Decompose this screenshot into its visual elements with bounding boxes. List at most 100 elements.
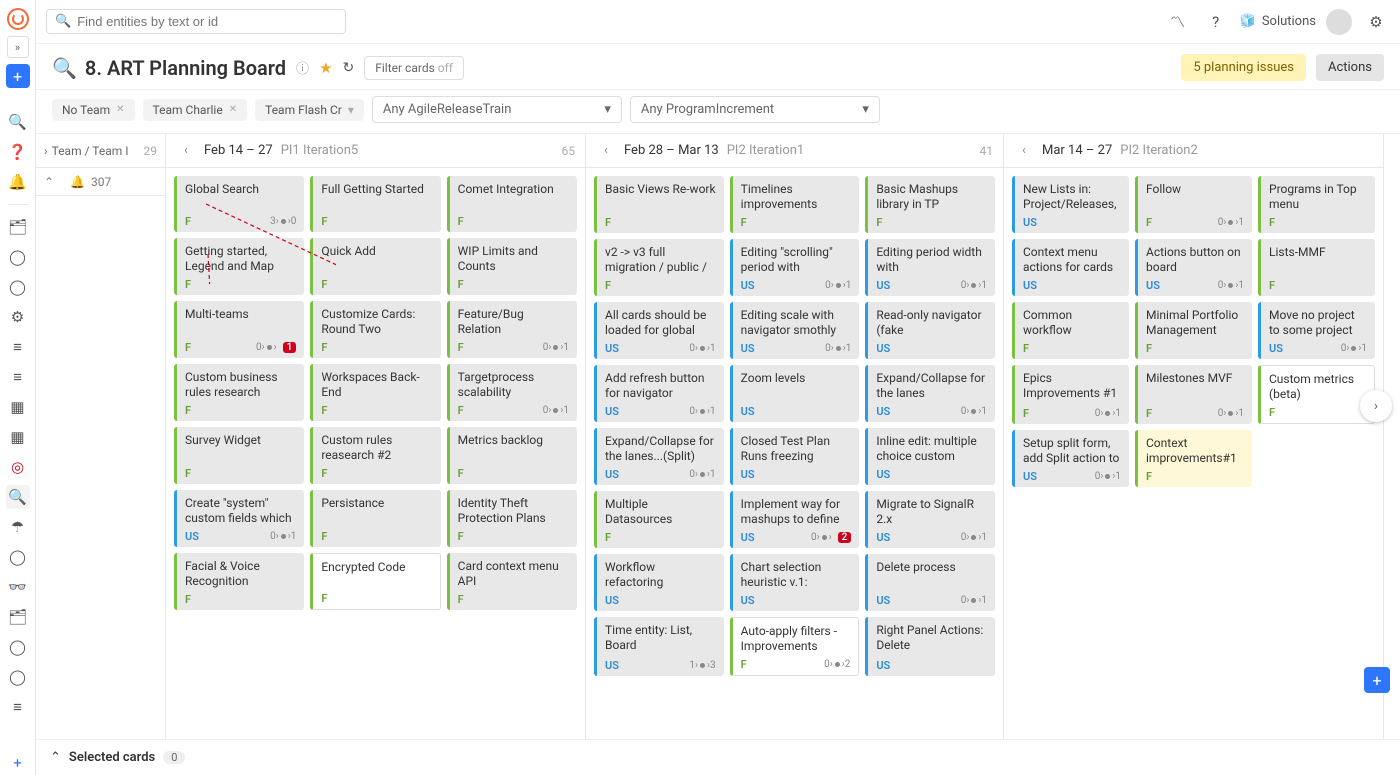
board-card[interactable]: Metrics backlogF bbox=[447, 427, 577, 484]
release-train-select[interactable]: Any AgileReleaseTrain▾ bbox=[372, 96, 622, 123]
program-increment-select[interactable]: Any ProgramIncrement▾ bbox=[630, 96, 880, 123]
add-button[interactable]: + bbox=[6, 64, 30, 88]
board-card[interactable]: Right Panel Actions: DeleteUS bbox=[865, 617, 995, 676]
board-card[interactable]: Identity Theft Protection PlansF bbox=[447, 490, 577, 547]
board-card[interactable]: Auto-apply filters - ImprovementsF0››2 bbox=[730, 617, 860, 676]
board-card[interactable]: Delete processUS0››1 bbox=[865, 554, 995, 611]
collapse-icon[interactable]: ⌃ bbox=[44, 175, 54, 189]
user-avatar[interactable] bbox=[1326, 9, 1352, 35]
add-bottom-button[interactable]: + bbox=[6, 751, 30, 775]
board-card[interactable]: Zoom levelsUS bbox=[730, 365, 860, 422]
board-card[interactable]: Workspaces Back-EndF bbox=[310, 364, 440, 421]
board-card[interactable]: Comet IntegrationF bbox=[447, 176, 577, 232]
umbrella-icon[interactable]: ☂ bbox=[6, 515, 30, 539]
board-card[interactable]: Chart selection heuristic v.1:US bbox=[730, 554, 860, 611]
folder-icon[interactable]: 🗂 bbox=[6, 215, 30, 239]
board-card[interactable]: Global SearchF3››0 bbox=[174, 176, 304, 232]
list-icon[interactable]: ≡ bbox=[6, 335, 30, 359]
board-card[interactable]: Getting started, Legend and MapF bbox=[174, 238, 304, 295]
actions-button[interactable]: Actions bbox=[1316, 54, 1384, 81]
list-icon-3[interactable]: ≡ bbox=[6, 695, 30, 719]
board-card[interactable]: Facial & Voice RecognitionF bbox=[174, 553, 304, 610]
prev-icon[interactable]: ‹ bbox=[176, 141, 196, 161]
board-card[interactable]: All cards should be loaded for globalUS0… bbox=[594, 302, 724, 359]
board-card[interactable]: Common workflow improvementsF bbox=[1012, 302, 1129, 359]
help-nav-icon[interactable]: ❓ bbox=[6, 140, 30, 164]
board-card[interactable]: Custom rules reasearch #2F bbox=[310, 427, 440, 484]
board-card[interactable]: Timelines improvementsF bbox=[730, 176, 860, 233]
board-card[interactable]: Editing "scrolling" period withUS0››1 bbox=[730, 239, 860, 296]
board-card[interactable]: Multiple DatasourcesF bbox=[594, 491, 724, 548]
grid-icon-2[interactable]: ▦ bbox=[6, 425, 30, 449]
chevron-up-icon[interactable]: ⌃ bbox=[50, 750, 61, 765]
board-card[interactable]: Actions button on boardUS0››1 bbox=[1135, 239, 1252, 296]
settings-icon[interactable]: ⚙ bbox=[1362, 8, 1390, 36]
board-card[interactable]: Workflow refactoringUS bbox=[594, 554, 724, 611]
board-card[interactable]: PersistanceF bbox=[310, 490, 440, 547]
board-card[interactable]: Editing period width withUS0››1 bbox=[865, 239, 995, 296]
global-search[interactable]: 🔍 bbox=[46, 9, 346, 34]
board-card[interactable]: Move no project to some project withUS0›… bbox=[1258, 302, 1375, 359]
board-card[interactable]: Encrypted CodeF bbox=[310, 553, 440, 610]
refresh-icon[interactable]: ↻ bbox=[343, 60, 355, 76]
add-card-button[interactable]: + bbox=[1364, 667, 1390, 693]
team-chip-charlie[interactable]: Team Charlie✕ bbox=[143, 99, 248, 121]
collapse-nav-button[interactable]: » bbox=[7, 36, 29, 58]
board-card[interactable]: Read-only navigator (fakeUS bbox=[865, 302, 995, 359]
board-card[interactable]: Closed Test Plan Runs freezingUS bbox=[730, 428, 860, 485]
clock-icon[interactable]: ◯ bbox=[6, 545, 30, 569]
board-card[interactable]: Basic Views Re-workF bbox=[594, 176, 724, 233]
board-card[interactable]: Custom business rules researchF bbox=[174, 364, 304, 421]
planning-issues-button[interactable]: 5 planning issues bbox=[1181, 54, 1306, 81]
magnifier-icon[interactable]: 🔍 bbox=[6, 485, 30, 509]
board-card[interactable]: New Lists in: Project/Releases,US bbox=[1012, 176, 1129, 233]
target-icon[interactable]: ◎ bbox=[6, 455, 30, 479]
chevron-right-icon[interactable]: › bbox=[44, 144, 48, 158]
board-card[interactable]: Customize Cards: Round TwoF bbox=[310, 301, 440, 358]
notifications-icon[interactable]: 🔔 bbox=[6, 170, 30, 194]
info-icon[interactable]: ⓘ bbox=[296, 58, 309, 77]
board-card[interactable]: Epics Improvements #1F0››1 bbox=[1012, 365, 1129, 424]
filter-cards-button[interactable]: Filter cards off bbox=[364, 56, 464, 80]
board-card[interactable]: FollowF0››1 bbox=[1135, 176, 1252, 233]
prev-icon[interactable]: ‹ bbox=[1014, 141, 1034, 161]
search-input[interactable] bbox=[77, 14, 337, 29]
solutions-button[interactable]: 🧊 Solutions bbox=[1240, 14, 1316, 29]
next-period-button[interactable]: › bbox=[1360, 390, 1392, 422]
board-card[interactable]: Quick AddF bbox=[310, 238, 440, 295]
circle-icon-3[interactable]: ◯ bbox=[6, 635, 30, 659]
close-icon[interactable]: ✕ bbox=[116, 104, 124, 115]
board-card[interactable]: Full Getting StartedF bbox=[310, 176, 440, 232]
board-card[interactable]: Custom metrics (beta)F bbox=[1258, 365, 1375, 424]
board-card[interactable]: Context menu actions for cards v2US bbox=[1012, 239, 1129, 296]
board-card[interactable]: Card context menu APIF bbox=[447, 553, 577, 610]
circle-icon[interactable]: ◯ bbox=[6, 245, 30, 269]
board-card[interactable]: Time entity: List, BoardUS1››3 bbox=[594, 617, 724, 676]
board-card[interactable]: Survey WidgetF bbox=[174, 427, 304, 484]
grid-icon[interactable]: ▦ bbox=[6, 395, 30, 419]
star-icon[interactable]: ★ bbox=[319, 59, 332, 77]
board-card[interactable]: Multi-teamsF0››1 bbox=[174, 301, 304, 358]
board-card[interactable]: Minimal Portfolio ManagementF bbox=[1135, 302, 1252, 359]
board-card[interactable]: Feature/Bug RelationF0››1 bbox=[447, 301, 577, 358]
board-card[interactable]: Setup split form, add Split action toUS0… bbox=[1012, 430, 1129, 487]
board-card[interactable]: Programs in Top menuF bbox=[1258, 176, 1375, 233]
board-card[interactable]: Milestones MVFF0››1 bbox=[1135, 365, 1252, 424]
board-card[interactable]: Migrate to SignalR 2.xUS0››1 bbox=[865, 491, 995, 548]
board-card[interactable]: Lists-MMFF bbox=[1258, 239, 1375, 296]
board-card[interactable]: Expand/Collapse for the lanes...(Split)U… bbox=[594, 428, 724, 485]
board-card[interactable]: Context improvements#1F bbox=[1135, 430, 1252, 487]
board-card[interactable]: Editing scale with navigator smothlyUS0›… bbox=[730, 302, 860, 359]
help-icon[interactable]: ? bbox=[1202, 8, 1230, 36]
board-card[interactable]: v2 -> v3 full migration / public /F bbox=[594, 239, 724, 296]
board-card[interactable]: Create "system" custom fields whichUS0››… bbox=[174, 490, 304, 547]
glasses-icon[interactable] bbox=[6, 575, 30, 599]
search-icon[interactable]: 🔍 bbox=[6, 110, 30, 134]
board-card[interactable]: Implement way for mashups to defineUS0››… bbox=[730, 491, 860, 548]
settings-sliders-icon[interactable]: ⚙ bbox=[6, 305, 30, 329]
board-card[interactable]: Expand/Collapse for the lanesUS0››1 bbox=[865, 365, 995, 422]
board-card[interactable]: Targetprocess scalabilityF0››1 bbox=[447, 364, 577, 421]
team-chip-noteam[interactable]: No Team✕ bbox=[52, 99, 135, 121]
circle-icon-4[interactable]: ◯ bbox=[6, 665, 30, 689]
team-chip-flash[interactable]: Team Flash Cr▾ bbox=[255, 99, 364, 121]
